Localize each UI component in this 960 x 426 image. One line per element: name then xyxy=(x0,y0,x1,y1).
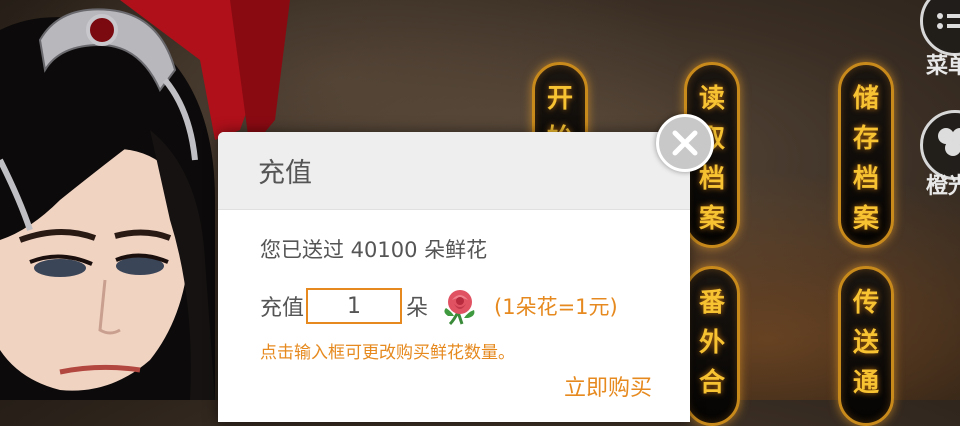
exchange-rate-text: (1朵花=1元) xyxy=(494,295,618,319)
recharge-label: 充值 xyxy=(260,296,305,321)
sent-flowers-text: 您已送过 40100 朵鲜花 xyxy=(260,238,488,262)
dialog-title: 充值 xyxy=(258,158,312,189)
unit-label: 朵 xyxy=(406,296,429,321)
menu-button-char: 番 xyxy=(698,288,725,318)
menu-button-char: 传 xyxy=(852,288,879,318)
orange-logo-icon xyxy=(938,128,960,156)
menu-button-save[interactable]: 储 存 档 案 xyxy=(838,62,894,248)
close-button[interactable] xyxy=(656,114,714,172)
menu-button-extra[interactable]: 番 外 合 xyxy=(684,266,740,426)
menu-button-char: 案 xyxy=(852,204,879,234)
rose-icon xyxy=(444,290,475,326)
hint-text: 点击输入框可更改购买鲜花数量。 xyxy=(260,343,515,363)
close-icon xyxy=(672,130,698,156)
buy-now-button[interactable]: 立即购买 xyxy=(564,370,652,402)
menu-button-char: 通 xyxy=(852,368,879,398)
recharge-dialog: 充值 您已送过 40100 朵鲜花 充值 朵 (1朵花=1元) 点击输入框可更改… xyxy=(218,132,690,422)
menu-button-char: 存 xyxy=(852,124,879,154)
recharge-row: 充值 朵 (1朵花=1元) xyxy=(260,286,618,326)
menu-icon xyxy=(937,13,960,29)
side-orange-label: 橙光 xyxy=(926,174,960,199)
menu-button-char: 送 xyxy=(852,328,879,358)
menu-button-char: 档 xyxy=(852,164,879,194)
menu-button-char: 外 xyxy=(698,328,725,358)
quantity-input[interactable] xyxy=(306,288,403,324)
menu-button-teleport[interactable]: 传 送 通 xyxy=(838,266,894,426)
menu-button-char: 开 xyxy=(546,84,573,114)
menu-button-char: 案 xyxy=(698,204,725,234)
menu-button-char: 读 xyxy=(698,84,725,114)
side-menu-label: 菜单 xyxy=(926,54,960,79)
menu-button-char: 合 xyxy=(698,368,725,398)
menu-button-char: 储 xyxy=(852,84,879,114)
dialog-header: 充值 xyxy=(218,132,690,210)
